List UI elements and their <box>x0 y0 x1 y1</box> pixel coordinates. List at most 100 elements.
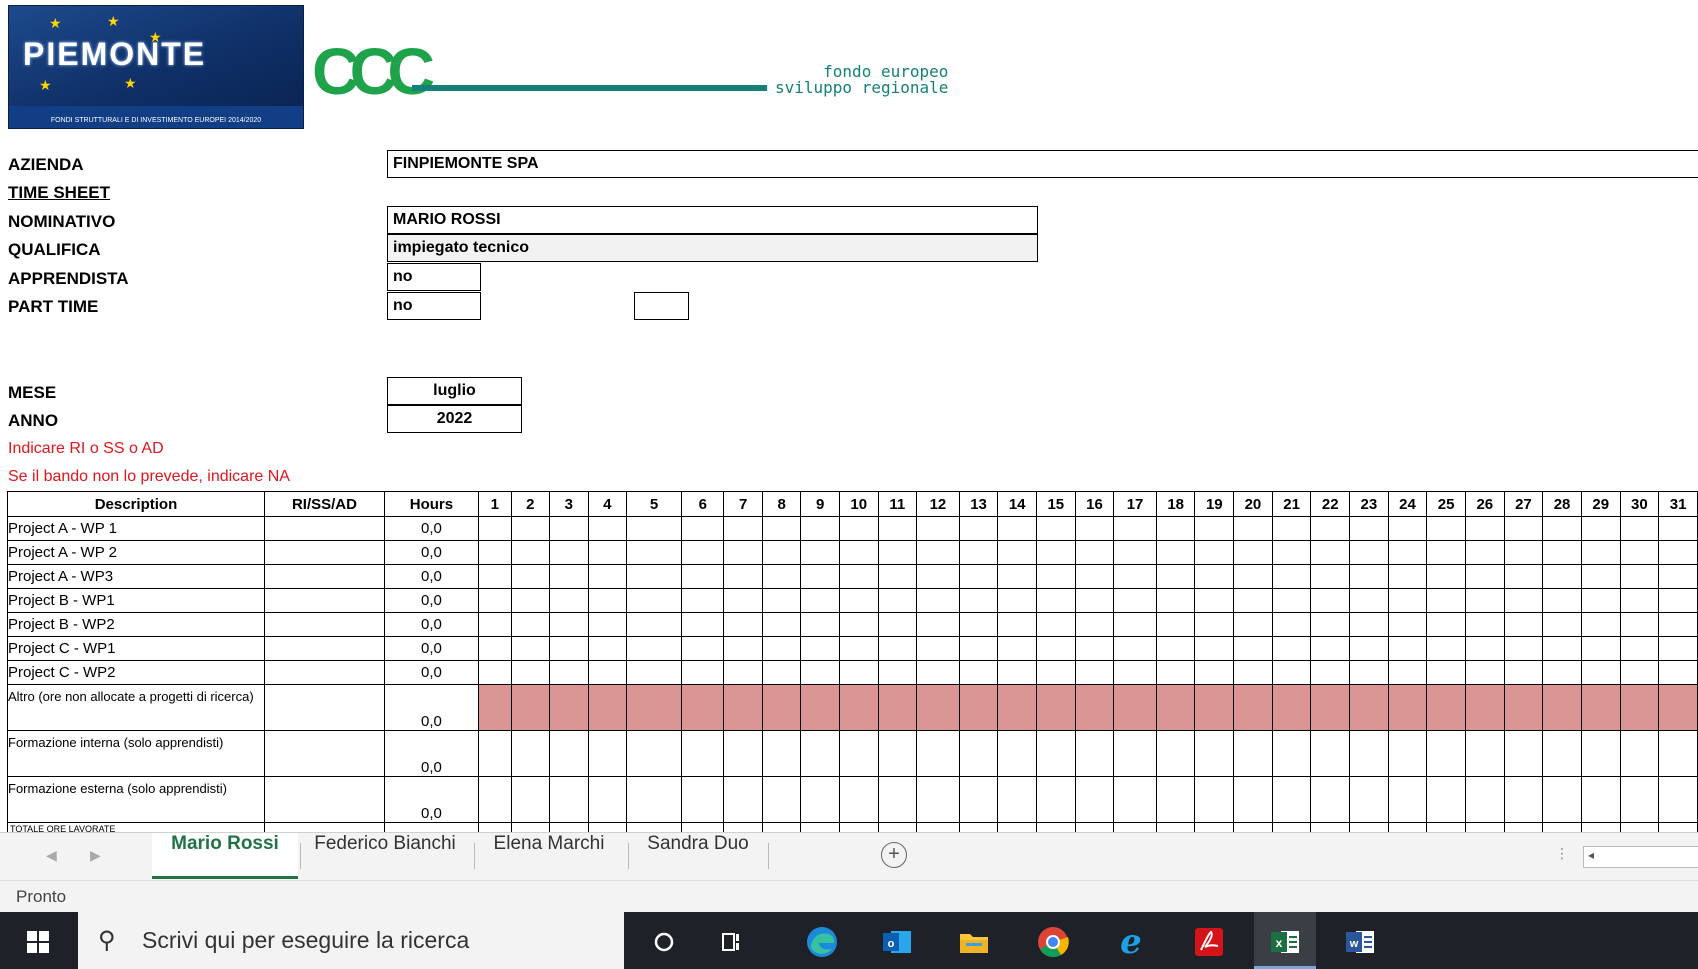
day-cell[interactable] <box>1349 564 1389 589</box>
chrome-icon[interactable] <box>1027 912 1079 969</box>
day-cell[interactable] <box>1464 684 1505 731</box>
row-hours[interactable]: 0,0 <box>383 684 479 731</box>
mese-cell[interactable]: luglio <box>387 377 522 405</box>
day-cell[interactable] <box>877 636 918 661</box>
row-description[interactable]: Project A - WP 1 <box>7 516 265 541</box>
day-cell[interactable] <box>1349 612 1389 637</box>
day-cell[interactable] <box>1387 684 1428 731</box>
row-hours[interactable]: 0,0 <box>383 730 479 777</box>
day-cell[interactable] <box>723 660 763 685</box>
day-cell[interactable] <box>997 636 1037 661</box>
day-cell[interactable] <box>1036 636 1076 661</box>
day-cell[interactable] <box>1658 684 1698 731</box>
day-cell[interactable] <box>1658 776 1698 823</box>
day-cell[interactable] <box>587 516 627 541</box>
day-cell[interactable] <box>1194 684 1235 731</box>
day-cell[interactable] <box>1194 730 1235 777</box>
day-cell[interactable] <box>838 660 879 685</box>
day-cell[interactable] <box>997 660 1037 685</box>
total-cell[interactable] <box>625 822 683 832</box>
row-type[interactable] <box>263 684 385 731</box>
word-icon[interactable]: w <box>1334 912 1386 969</box>
total-cell[interactable] <box>877 822 918 832</box>
day-cell[interactable] <box>477 540 512 565</box>
row-type[interactable] <box>263 540 385 565</box>
total-cell[interactable] <box>838 822 879 832</box>
day-cell[interactable] <box>1658 730 1698 777</box>
day-cell[interactable] <box>1036 660 1076 685</box>
total-cell[interactable] <box>477 822 512 832</box>
row-description[interactable]: Project B - WP1 <box>7 588 265 613</box>
day-cell[interactable] <box>1464 564 1505 589</box>
day-cell[interactable] <box>838 612 879 637</box>
day-cell[interactable] <box>1464 776 1505 823</box>
day-cell[interactable] <box>1658 660 1698 685</box>
row-description[interactable]: Project B - WP2 <box>7 612 265 637</box>
day-cell[interactable] <box>1074 612 1115 637</box>
day-cell[interactable] <box>625 612 683 637</box>
day-cell[interactable] <box>877 660 918 685</box>
day-cell[interactable] <box>1074 730 1115 777</box>
day-cell[interactable] <box>510 564 551 589</box>
day-cell[interactable] <box>1503 660 1544 685</box>
day-cell[interactable] <box>1542 540 1582 565</box>
day-cell[interactable] <box>800 516 840 541</box>
day-cell[interactable] <box>510 730 551 777</box>
header-day[interactable]: 26 <box>1464 491 1505 517</box>
total-cell[interactable] <box>1155 822 1196 832</box>
nominativo-cell[interactable]: MARIO ROSSI <box>387 206 1038 234</box>
day-cell[interactable] <box>1155 636 1196 661</box>
day-cell[interactable] <box>800 730 840 777</box>
total-cell[interactable] <box>1271 822 1312 832</box>
day-cell[interactable] <box>800 612 840 637</box>
day-cell[interactable] <box>1194 540 1235 565</box>
day-cell[interactable] <box>1271 588 1312 613</box>
day-cell[interactable] <box>1155 564 1196 589</box>
day-cell[interactable] <box>1349 730 1389 777</box>
day-cell[interactable] <box>997 516 1037 541</box>
day-cell[interactable] <box>1580 516 1621 541</box>
day-cell[interactable] <box>1426 684 1466 731</box>
day-cell[interactable] <box>1503 684 1544 731</box>
day-cell[interactable] <box>1349 660 1389 685</box>
day-cell[interactable] <box>1233 540 1273 565</box>
day-cell[interactable] <box>587 540 627 565</box>
day-cell[interactable] <box>800 540 840 565</box>
day-cell[interactable] <box>625 636 683 661</box>
day-cell[interactable] <box>1658 612 1698 637</box>
day-cell[interactable] <box>800 636 840 661</box>
row-type[interactable] <box>263 636 385 661</box>
header-day[interactable]: 23 <box>1349 491 1389 517</box>
day-cell[interactable] <box>510 612 551 637</box>
day-cell[interactable] <box>587 588 627 613</box>
day-cell[interactable] <box>1580 540 1621 565</box>
day-cell[interactable] <box>1658 540 1698 565</box>
outlook-icon[interactable]: o <box>871 912 923 969</box>
day-cell[interactable] <box>997 540 1037 565</box>
file-explorer-icon[interactable] <box>948 912 1000 969</box>
day-cell[interactable] <box>549 612 589 637</box>
header-day[interactable]: 29 <box>1580 491 1621 517</box>
day-cell[interactable] <box>1619 588 1660 613</box>
horizontal-scrollbar[interactable]: ◂ <box>1583 846 1698 868</box>
day-cell[interactable] <box>477 660 512 685</box>
header-day[interactable]: 25 <box>1426 491 1466 517</box>
day-cell[interactable] <box>1155 776 1196 823</box>
total-cell[interactable] <box>1503 822 1544 832</box>
header-hours[interactable]: Hours <box>383 491 479 517</box>
day-cell[interactable] <box>681 564 725 589</box>
row-hours[interactable]: 0,0 <box>383 516 479 541</box>
day-cell[interactable] <box>625 776 683 823</box>
day-cell[interactable] <box>625 588 683 613</box>
day-cell[interactable] <box>1074 660 1115 685</box>
day-cell[interactable] <box>877 588 918 613</box>
total-cell[interactable] <box>1464 822 1505 832</box>
cortana-icon[interactable] <box>638 912 690 969</box>
day-cell[interactable] <box>477 516 512 541</box>
day-cell[interactable] <box>1387 636 1428 661</box>
day-cell[interactable] <box>1113 564 1157 589</box>
day-cell[interactable] <box>1387 612 1428 637</box>
day-cell[interactable] <box>1310 660 1351 685</box>
day-cell[interactable] <box>1233 516 1273 541</box>
day-cell[interactable] <box>916 540 960 565</box>
